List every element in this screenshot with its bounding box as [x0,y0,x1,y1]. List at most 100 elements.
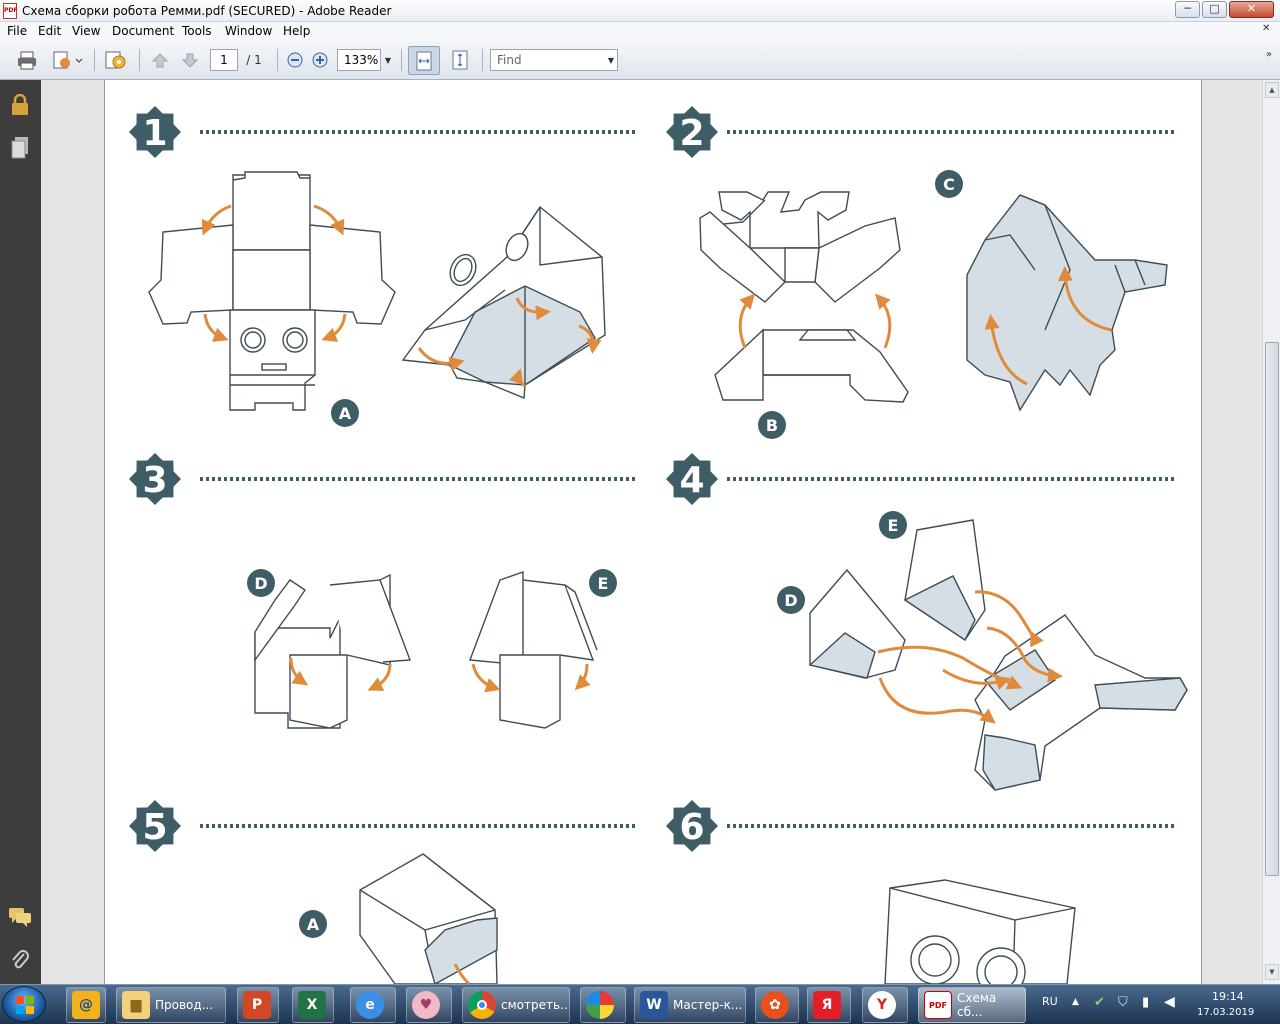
taskbar-yandex[interactable]: Я [807,987,851,1023]
menu-help[interactable]: Help [283,24,310,38]
taskbar-media[interactable]: ✿ [755,987,799,1023]
folder-icon: ▆ [122,991,150,1019]
ppt-icon: P [243,991,271,1019]
taskbar-ie[interactable]: e [350,987,396,1023]
comments-icon[interactable] [8,906,32,928]
step-number-3: 3 [142,460,167,501]
scroll-up-icon[interactable]: ▲ [1265,82,1279,98]
zoom-out-button[interactable] [284,49,306,71]
step4-assembly [808,519,1188,791]
toolbar-expand-icon[interactable]: » [1262,43,1276,65]
taskbar-yabrowser[interactable]: Y [862,987,908,1023]
taskbar-ball[interactable] [580,987,626,1023]
language-indicator[interactable]: RU [1042,995,1058,1008]
step-number-4: 4 [679,460,704,501]
step5-head-a [359,853,498,984]
scroll-thumb[interactable] [1265,342,1279,876]
step-number-1: 1 [142,113,167,154]
part-label-d-2-text: D [784,591,797,610]
document-viewport[interactable]: 123456 A C B D E D E A [41,80,1262,984]
attachment-icon[interactable] [10,948,30,972]
zoom-dropdown-icon[interactable]: ▼ [381,49,395,71]
minimize-button[interactable]: ─ [1175,1,1200,18]
taskbar-excel[interactable]: X [292,987,334,1023]
printer-icon [18,51,36,70]
fit-width-button[interactable] [408,46,440,75]
taskbar-chrome[interactable]: смотреть... [462,987,570,1023]
tray-expand-icon[interactable]: ▲ [1072,997,1079,1007]
clock-date[interactable]: 17.03.2019 [1197,1007,1254,1018]
pdf-icon: PDF [924,991,952,1019]
share-button[interactable] [48,49,86,71]
menu-document[interactable]: Document [112,24,174,38]
start-button[interactable] [2,986,46,1022]
find-dropdown-icon[interactable]: ▼ [605,49,617,71]
network-icon[interactable]: ▮ [1142,995,1149,1010]
yabrowser-icon: Y [868,991,896,1019]
menu-file[interactable]: File [7,24,27,38]
title-bar: PDF Схема сборки робота Ремми.pdf (SECUR… [0,0,1280,22]
step3-part-d [254,573,411,729]
page-total: / 1 [246,53,262,67]
arrow-down-icon [181,53,199,68]
chrome-icon [468,991,496,1019]
scroll-down-icon[interactable]: ▼ [1265,964,1279,980]
toolbar: 1 / 1 133% ▼ Find ▼ » [0,41,1280,80]
security-icon[interactable]: ✔ [1094,995,1105,1010]
media-icon: ✿ [761,991,789,1019]
close-button[interactable]: ✕ [1229,1,1274,18]
taskbar-powerpoint[interactable]: P [237,987,279,1023]
ball-icon [586,991,614,1019]
collaborate-button[interactable] [101,49,131,71]
step1-net-a [148,171,396,411]
step-number-2: 2 [679,113,704,154]
volume-icon[interactable]: ◀ [1164,994,1175,1010]
zoom-in-icon [312,52,328,68]
zoom-in-button[interactable] [309,49,331,71]
maximize-button[interactable]: □ [1202,1,1227,18]
lock-icon[interactable] [10,94,30,116]
window-title: Схема сборки робота Ремми.pdf (SECURED) … [22,4,392,18]
pages-icon[interactable] [10,136,30,160]
taskbar-explorer[interactable]: ▆ Провод... [116,987,226,1023]
fit-width-icon [416,51,432,70]
next-page-button[interactable] [178,49,202,71]
menu-tools[interactable]: Tools [182,24,212,38]
part-label-e-2-text: E [888,516,899,535]
print-button[interactable] [14,49,40,71]
zoom-out-icon [287,52,303,68]
prev-page-button[interactable] [148,49,172,71]
mail-icon: @ [72,991,100,1019]
step2-folded-body [966,194,1168,412]
navigation-panel [0,80,41,984]
menu-view[interactable]: View [72,24,100,38]
menu-edit[interactable]: Edit [38,24,61,38]
part-label-a-1-text: A [339,404,352,423]
taskbar-word[interactable]: W Мастер-к... [634,987,746,1023]
menu-bar: File Edit View Document Tools Window Hel… [0,22,1280,41]
find-input[interactable]: Find [490,49,618,71]
menu-close-icon[interactable]: ✕ [1262,23,1276,39]
taskbar-acrobat[interactable]: PDF Схема сб... [918,987,1026,1023]
page-number-input[interactable]: 1 [210,49,238,71]
zoom-level-select[interactable]: 133% [337,49,381,71]
step6-head-final [884,879,1076,984]
clock-time[interactable]: 19:14 [1212,990,1244,1003]
step2-net-c [699,191,901,303]
ie-icon: e [356,991,384,1019]
menu-window[interactable]: Window [225,24,272,38]
pig-icon: ♥ [412,991,440,1019]
shield-icon[interactable]: ⛉ [1118,995,1128,1010]
part-label-d-1-text: D [254,574,267,593]
taskbar-pig[interactable]: ♥ [406,987,452,1023]
step3-part-e [469,571,598,729]
taskbar-word-label: Мастер-к... [673,998,743,1012]
fit-page-button[interactable] [446,49,474,71]
step-number-5: 5 [142,807,167,848]
assembly-diagram: 1 23 45 6 A C B D E D E A [129,106,1188,984]
taskbar: @ ▆ Провод... P X e ♥ смотреть... W Мастер… [0,984,1280,1024]
taskbar-mail[interactable]: @ [66,987,106,1023]
pdf-app-icon: PDF [3,3,17,19]
taskbar-explorer-label: Провод... [155,998,214,1012]
vertical-scrollbar[interactable]: ▲ ▼ [1262,80,1280,984]
